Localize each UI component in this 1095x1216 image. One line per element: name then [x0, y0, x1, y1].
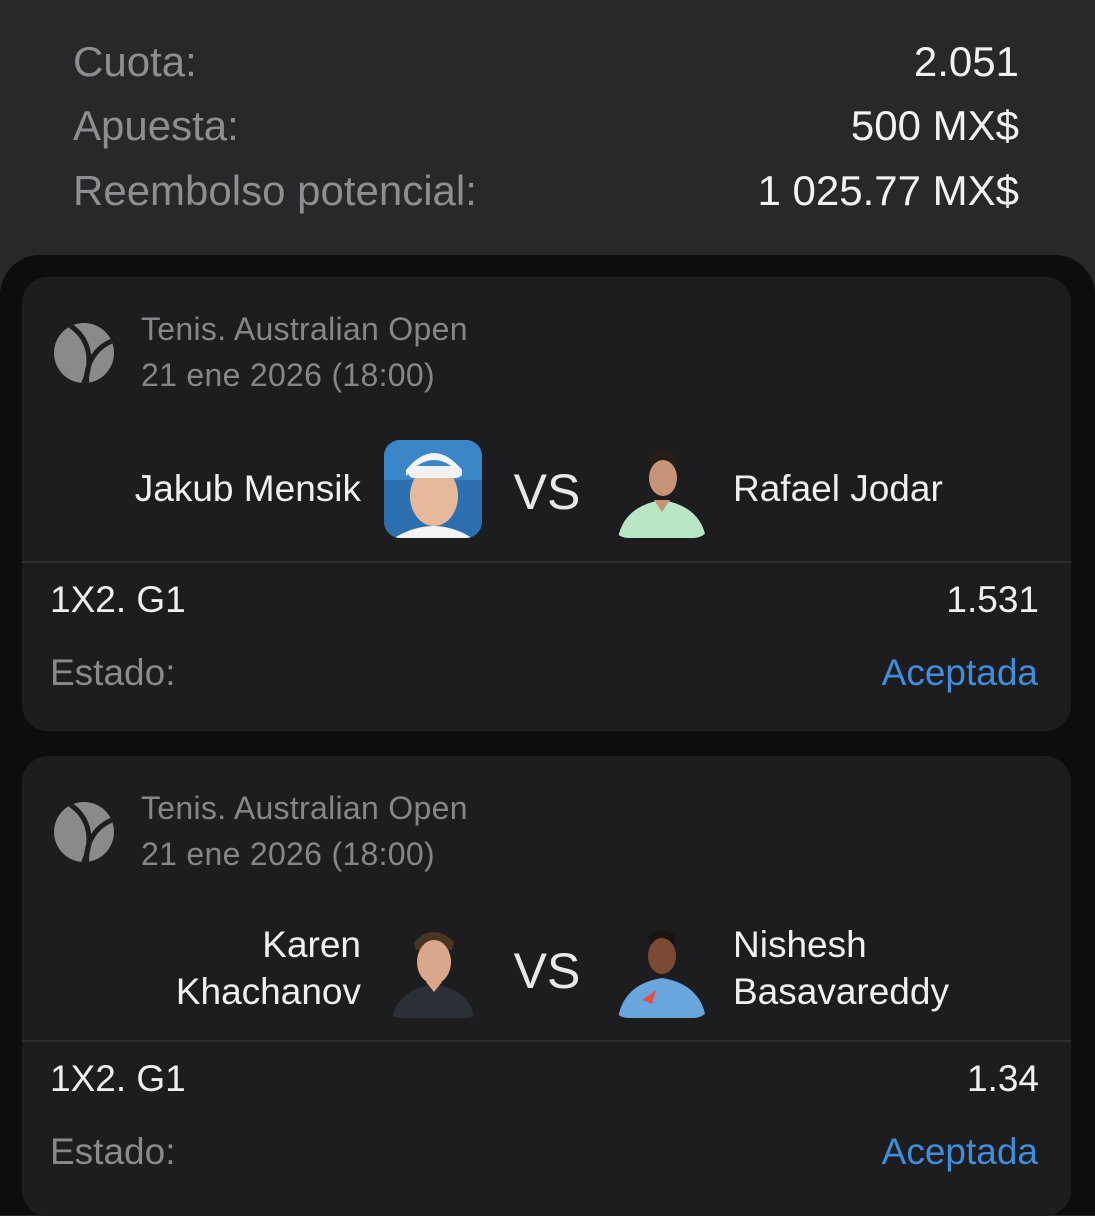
selection-odds: 1.34	[966, 1058, 1039, 1099]
card-divider	[22, 561, 1071, 563]
selection-odds: 1.531	[946, 579, 1039, 620]
player1-avatar	[384, 440, 482, 538]
payout-label: Reembolso potencial:	[73, 167, 477, 214]
player1-avatar	[384, 920, 482, 1018]
tennis-ball-icon	[54, 802, 114, 862]
odds-value: 2.051	[913, 38, 1019, 85]
status-label: Estado:	[50, 1131, 176, 1172]
market-label: 1X2. G1	[50, 1058, 186, 1099]
card-divider	[22, 1040, 1071, 1042]
status-badge: Aceptada	[881, 652, 1038, 693]
player2-name-line2: Basavareddy	[733, 971, 949, 1012]
player2-avatar	[612, 440, 710, 538]
tennis-ball-icon	[54, 323, 114, 383]
stake-label: Apuesta:	[73, 102, 239, 149]
player2-name: Nishesh Basavareddy	[733, 921, 1053, 1015]
player2-avatar	[612, 920, 710, 1018]
league-name: Tenis. Australian Open	[141, 790, 468, 826]
market-label: 1X2. G1	[50, 579, 186, 620]
vs-label: VS	[513, 943, 581, 999]
event-date: 21 ene 2026 (18:00)	[141, 357, 435, 393]
stake-value: 500 MX$	[850, 102, 1019, 149]
league-name: Tenis. Australian Open	[141, 311, 468, 347]
player1-name-line2: Khachanov	[175, 971, 361, 1012]
stake-row: Apuesta: 500 MX$	[73, 96, 1019, 156]
odds-label: Cuota:	[73, 38, 197, 85]
status-label: Estado:	[50, 652, 176, 693]
payout-value: 1 025.77 MX$	[757, 167, 1019, 214]
vs-label: VS	[513, 464, 581, 520]
player2-name: Rafael Jodar	[733, 468, 943, 509]
status-badge: Aceptada	[881, 1131, 1038, 1172]
bet-card[interactable]: Tenis. Australian Open 21 ene 2026 (18:0…	[22, 756, 1071, 1216]
bet-summary: Cuota: 2.051 Apuesta: 500 MX$ Reembolso …	[0, 0, 1095, 255]
bet-card[interactable]: Tenis. Australian Open 21 ene 2026 (18:0…	[22, 277, 1071, 731]
player2-name-line1: Nishesh	[733, 924, 867, 965]
player1-name: Jakub Mensik	[134, 468, 361, 509]
player1-name: Karen Khachanov	[61, 921, 361, 1015]
player1-name-line1: Karen	[262, 924, 361, 965]
payout-row: Reembolso potencial: 1 025.77 MX$	[73, 161, 1019, 221]
event-date: 21 ene 2026 (18:00)	[141, 836, 435, 872]
odds-row: Cuota: 2.051	[73, 32, 1019, 92]
